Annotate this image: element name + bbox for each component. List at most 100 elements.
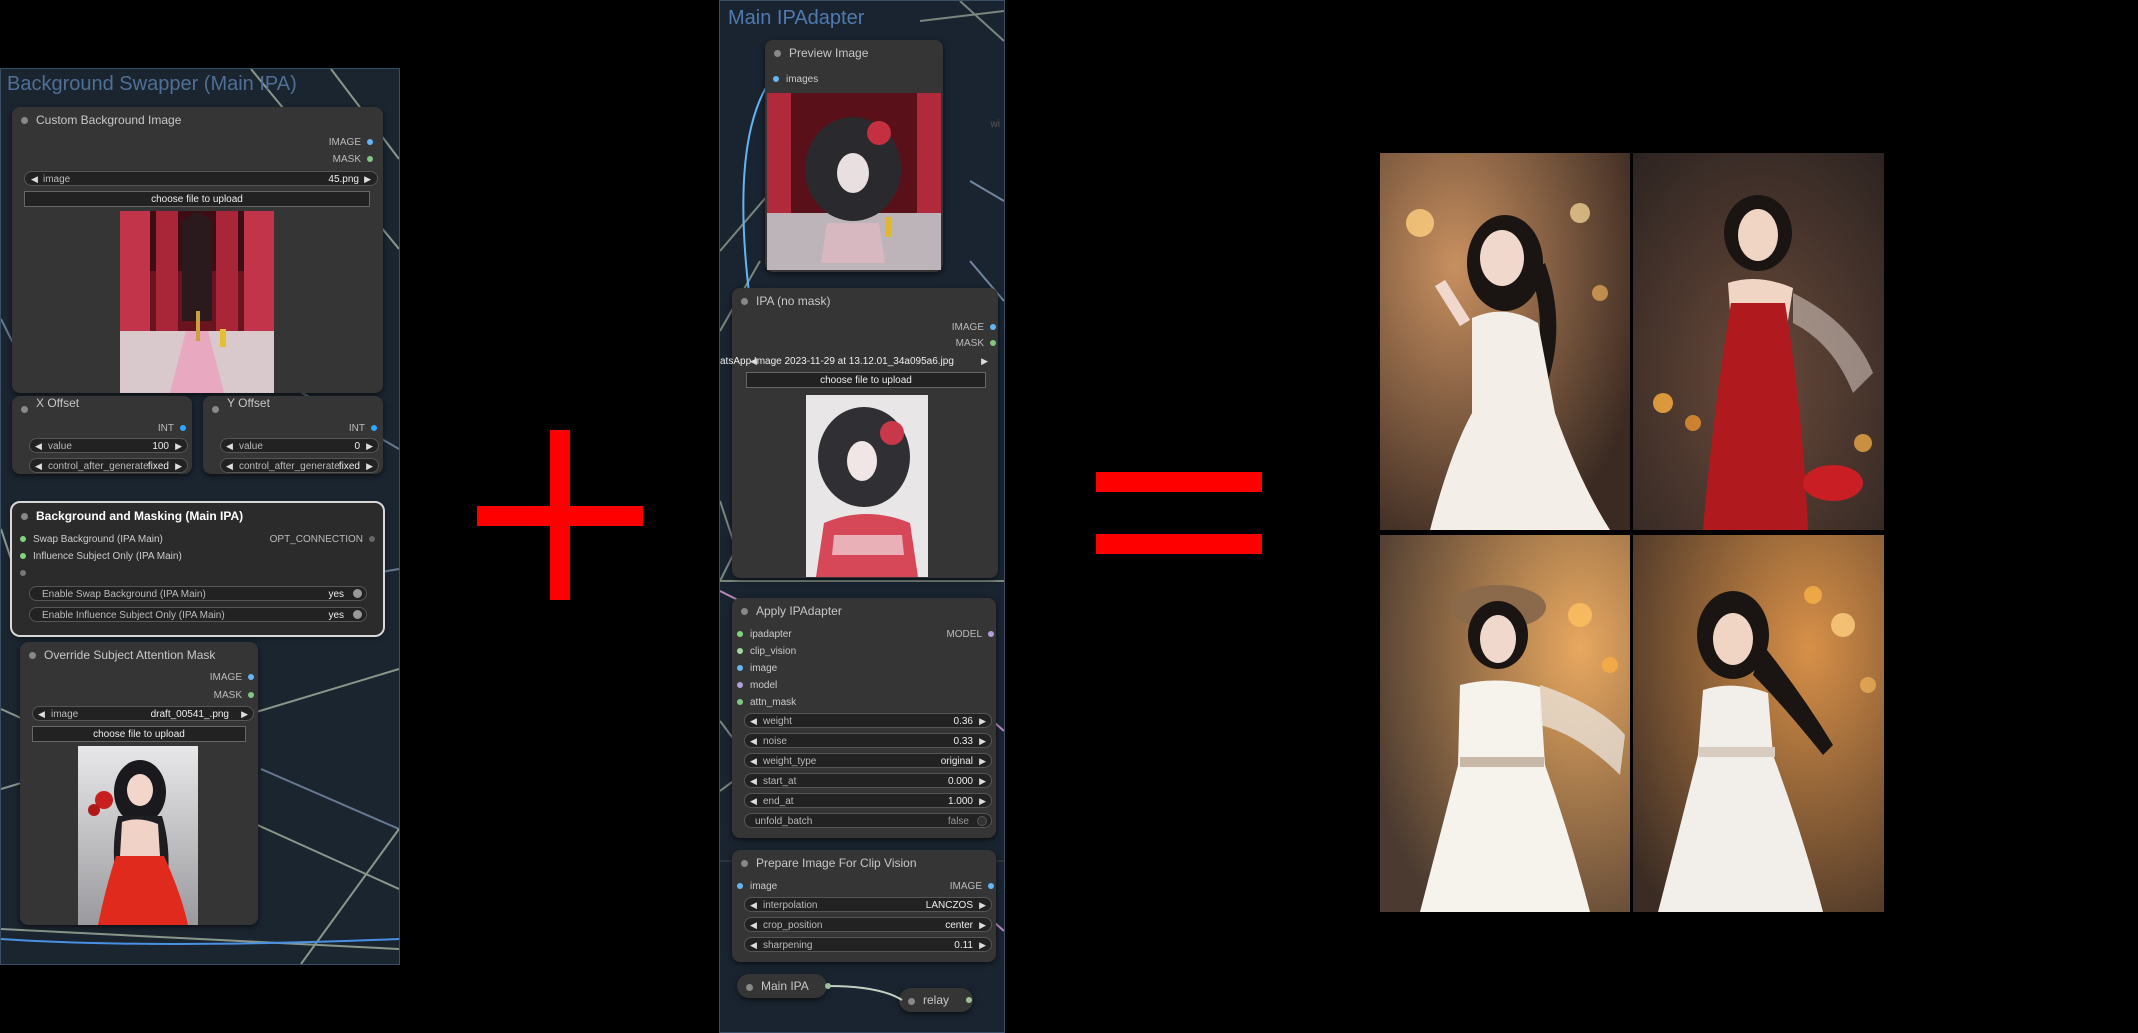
toggle-enable-influence-subject[interactable]: Enable Influence Subject Only (IPA Main)… [29,607,367,622]
arrow-left-icon[interactable]: ◀ [750,774,757,787]
node-background-and-masking[interactable]: Background and Masking (Main IPA) Swap B… [10,501,385,637]
end-at-widget[interactable]: ◀ end_at 1.000 ▶ [744,793,992,808]
image-combo[interactable]: atsApp Image 2023-11-29 at 13.12.01_34a0… [720,354,994,369]
arrow-right-icon[interactable]: ▶ [366,439,373,452]
input-clip-vision[interactable]: clip_vision [737,646,796,657]
output-int[interactable]: INT [349,423,377,434]
arrow-right-icon[interactable]: ▶ [981,354,988,369]
interpolation-widget[interactable]: ◀ interpolation LANCZOS ▶ [744,897,992,912]
widget-value: 100 [152,441,169,452]
input-images[interactable]: images [773,74,818,85]
arrow-right-icon[interactable]: ▶ [241,707,248,720]
output-mask[interactable]: MASK [214,690,254,701]
output-image[interactable]: IMAGE [950,881,994,892]
upload-button[interactable]: choose file to upload [32,726,246,742]
arrow-left-icon[interactable]: ◀ [226,459,233,472]
background-thumbnail [120,211,274,393]
input-model[interactable]: model [737,680,777,691]
output-mask[interactable]: MASK [333,154,373,165]
node-x-offset[interactable]: X Offset INT ◀ value 100 ▶ ◀ control_aft… [12,396,192,474]
output-image[interactable]: IMAGE [329,137,373,148]
widget-label: crop_position [763,920,823,931]
node-apply-ipadapter[interactable]: Apply IPAdapter ipadapter clip_vision im… [732,598,996,838]
arrow-right-icon[interactable]: ▶ [364,172,371,185]
image-combo[interactable]: ◀ image 45.png ▶ [24,171,378,186]
arrow-left-icon[interactable]: ◀ [750,938,757,951]
arrow-left-icon[interactable]: ◀ [750,354,757,369]
output-model[interactable]: MODEL [946,629,994,640]
arrow-right-icon[interactable]: ▶ [175,459,182,472]
widget-label: interpolation [763,900,818,911]
input-label: image [750,663,778,674]
arrow-right-icon[interactable]: ▶ [979,734,986,747]
result-image-4 [1633,535,1884,912]
input-swap-background[interactable]: Swap Background (IPA Main) [20,534,163,545]
output-mask[interactable]: MASK [956,338,996,349]
value-widget[interactable]: ◀ value 0 ▶ [220,438,379,453]
weight-type-widget[interactable]: ◀ weight_type original ▶ [744,753,992,768]
widget-value: fixed [338,461,360,472]
widget-label: end_at [763,796,794,807]
start-at-widget[interactable]: ◀ start_at 0.000 ▶ [744,773,992,788]
node-y-offset[interactable]: Y Offset INT ◀ value 0 ▶ ◀ control_after… [203,396,383,474]
noise-widget[interactable]: ◀ noise 0.33 ▶ [744,733,992,748]
input-attn-mask[interactable]: attn_mask [737,697,796,708]
node-ipa-no-mask[interactable]: IPA (no mask) IMAGE MASK atsApp Image 20… [720,288,998,578]
arrow-left-icon[interactable]: ◀ [38,707,45,720]
input-image[interactable]: image [737,663,777,674]
node-relay[interactable]: relay [899,988,973,1012]
output-opt-connection[interactable]: OPT_CONNECTION [270,534,375,545]
widget-value: fixed [147,461,169,472]
node-override-subject-attention-mask[interactable]: Override Subject Attention Mask IMAGE MA… [20,642,258,925]
arrow-left-icon[interactable]: ◀ [35,459,42,472]
control-after-generate-widget[interactable]: ◀ control_after_generate fixed ▶ [29,458,188,473]
node-preview-image[interactable]: Preview Image images [765,40,943,272]
arrow-left-icon[interactable]: ◀ [750,754,757,767]
arrow-left-icon[interactable]: ◀ [750,714,757,727]
input-influence-subject[interactable]: Influence Subject Only (IPA Main) [20,551,182,562]
sharpening-widget[interactable]: ◀ sharpening 0.11 ▶ [744,937,992,952]
output-label: MASK [332,154,361,165]
upload-button[interactable]: choose file to upload [746,372,986,388]
node-main-ipa[interactable]: Main IPA [737,974,827,998]
input-empty-slot[interactable] [20,568,33,579]
arrow-left-icon[interactable]: ◀ [750,918,757,931]
value-widget[interactable]: ◀ value 100 ▶ [29,438,188,453]
arrow-right-icon[interactable]: ▶ [175,439,182,452]
output-int[interactable]: INT [158,423,186,434]
input-image[interactable]: image [737,881,777,892]
weight-widget[interactable]: ◀ weight 0.36 ▶ [744,713,992,728]
output-label: MODEL [946,629,982,640]
toggle-enable-swap-background[interactable]: Enable Swap Background (IPA Main) yes [29,586,367,601]
arrow-left-icon[interactable]: ◀ [35,439,42,452]
crop-position-widget[interactable]: ◀ crop_position center ▶ [744,917,992,932]
node-prepare-image-clip-vision[interactable]: Prepare Image For Clip Vision image IMAG… [732,850,996,962]
image-combo[interactable]: ◀ image draft_00541_.png ▶ [32,706,254,721]
arrow-right-icon[interactable]: ▶ [979,938,986,951]
arrow-right-icon[interactable]: ▶ [979,898,986,911]
group-title: Background Swapper (Main IPA) [7,73,297,95]
output-image[interactable]: IMAGE [210,672,254,683]
arrow-left-icon[interactable]: ◀ [31,172,38,185]
reference-thumbnail [806,395,928,577]
arrow-right-icon[interactable]: ▶ [979,714,986,727]
widget-value: 0.11 [954,940,973,951]
arrow-left-icon[interactable]: ◀ [750,794,757,807]
unfold-batch-toggle[interactable]: unfold_batch false [744,813,992,828]
arrow-right-icon[interactable]: ▶ [979,794,986,807]
widget-value: LANCZOS [925,900,973,911]
upload-button[interactable]: choose file to upload [24,191,370,207]
arrow-right-icon[interactable]: ▶ [979,774,986,787]
node-custom-background-image[interactable]: Custom Background Image IMAGE MASK ◀ ima… [12,107,383,393]
input-ipadapter[interactable]: ipadapter [737,629,792,640]
widget-label: image [51,709,79,720]
output-image[interactable]: IMAGE [952,322,996,333]
arrow-left-icon[interactable]: ◀ [750,734,757,747]
arrow-left-icon[interactable]: ◀ [750,898,757,911]
arrow-right-icon[interactable]: ▶ [979,918,986,931]
equals-icon-top [1096,472,1262,492]
arrow-right-icon[interactable]: ▶ [979,754,986,767]
arrow-left-icon[interactable]: ◀ [226,439,233,452]
arrow-right-icon[interactable]: ▶ [366,459,373,472]
control-after-generate-widget[interactable]: ◀ control_after_generate fixed ▶ [220,458,379,473]
